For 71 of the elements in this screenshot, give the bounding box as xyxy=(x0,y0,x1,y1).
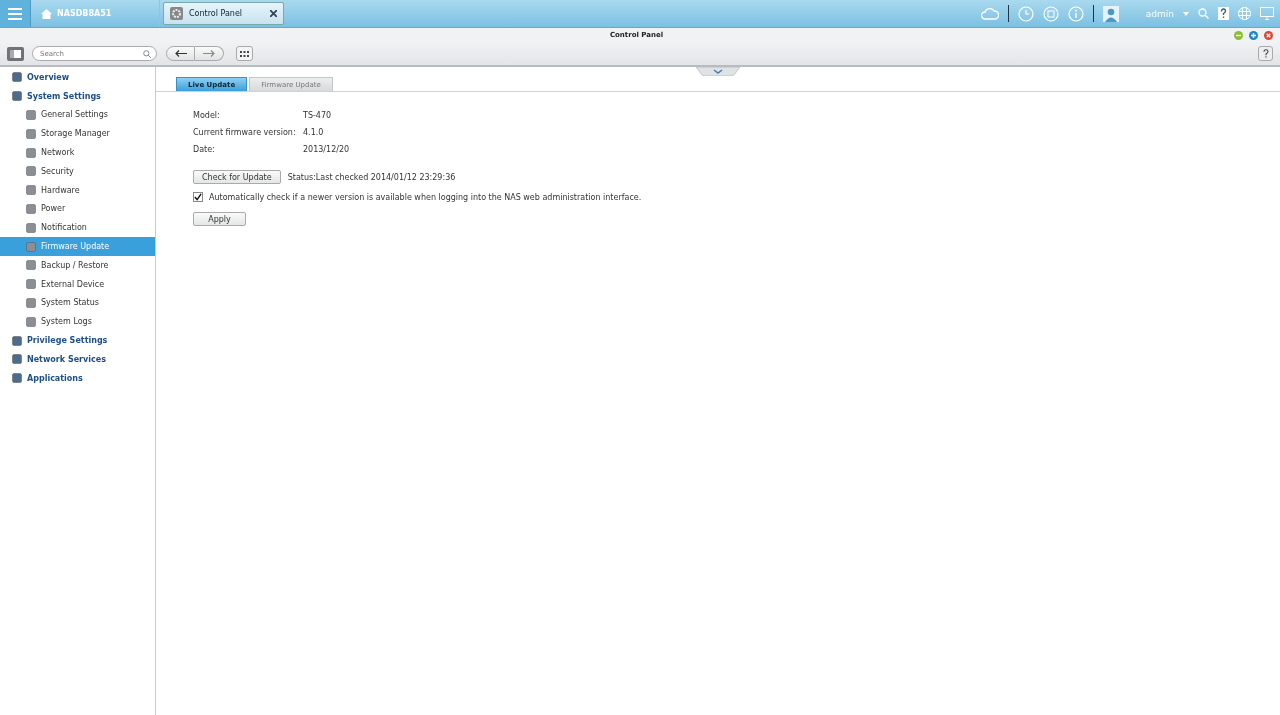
checkbox-label: Automatically check if a newer version is available when logging into the NAS web administration interface. xyxy=(209,192,642,202)
sidebar-item[interactable]: Power xyxy=(0,199,155,219)
search-icon[interactable] xyxy=(143,50,151,58)
apply-button[interactable]: Apply xyxy=(193,212,246,226)
sidebar-toggle-icon[interactable] xyxy=(7,46,24,61)
sidebar-item[interactable]: Network Services xyxy=(0,349,155,369)
sidebar-item[interactable]: Notification xyxy=(0,218,155,238)
checkbox[interactable] xyxy=(193,192,203,202)
close-icon[interactable] xyxy=(1264,30,1273,40)
square-icon xyxy=(12,91,22,102)
field-label: Current firmware version: xyxy=(193,127,297,138)
square-icon xyxy=(26,185,36,196)
dots-grid-icon xyxy=(240,50,249,57)
field-value: TS-470 xyxy=(303,110,333,121)
sidebar-item[interactable]: System Status xyxy=(0,293,155,313)
sidebar-item[interactable]: System Settings xyxy=(0,86,155,106)
sidebar-item[interactable]: Applications xyxy=(0,368,155,388)
menu-icon[interactable] xyxy=(8,7,22,20)
sidebar-item[interactable]: Hardware xyxy=(0,180,155,200)
app-tab[interactable]: Control Panel xyxy=(163,2,285,25)
help-icon[interactable] xyxy=(1218,7,1229,20)
close-icon[interactable] xyxy=(270,10,278,17)
square-icon xyxy=(26,203,36,214)
square-icon xyxy=(12,373,22,384)
maximize-icon[interactable] xyxy=(1249,30,1258,40)
square-icon xyxy=(26,147,36,158)
square-icon xyxy=(26,260,36,271)
field-value: 2013/12/20 xyxy=(303,144,351,155)
clock-icon[interactable] xyxy=(1017,5,1034,22)
back-button[interactable] xyxy=(166,46,195,61)
square-icon xyxy=(26,241,36,252)
square-icon xyxy=(12,72,22,83)
monitor-icon[interactable] xyxy=(1260,7,1274,20)
sidebar-item[interactable]: External Device xyxy=(0,274,155,294)
checkmark-icon xyxy=(194,193,202,201)
help-icon xyxy=(1262,49,1269,58)
field-value: 4.1.0 xyxy=(303,127,325,138)
apps-button[interactable] xyxy=(236,46,253,61)
sidebar-item[interactable]: Overview xyxy=(0,68,155,87)
sidebar-item[interactable]: Privilege Settings xyxy=(0,331,155,350)
sidebar-item[interactable]: Security xyxy=(0,162,155,181)
search-icon[interactable] xyxy=(1198,8,1209,19)
caret-icon[interactable] xyxy=(1183,11,1189,16)
user-avatar-icon[interactable] xyxy=(1102,5,1119,22)
collapse-handle-icon[interactable] xyxy=(696,67,740,76)
home-icon[interactable] xyxy=(41,8,52,19)
square-icon xyxy=(26,128,36,139)
grid-icon[interactable] xyxy=(1238,7,1251,20)
square-icon xyxy=(26,279,36,290)
field-label: Date: xyxy=(193,144,216,155)
field-label: Model: xyxy=(193,110,221,121)
square-icon xyxy=(12,354,22,365)
square-icon xyxy=(26,222,36,233)
sidebar-item[interactable]: Network xyxy=(0,143,155,162)
sidebar-item[interactable]: Backup / Restore xyxy=(0,255,155,275)
help-button[interactable] xyxy=(1258,46,1273,61)
info-icon[interactable] xyxy=(1067,5,1084,22)
square-icon xyxy=(26,166,36,177)
square-icon xyxy=(26,297,36,308)
sidebar-item[interactable]: System Logs xyxy=(0,312,155,332)
square-icon xyxy=(26,110,36,120)
sidebar-item[interactable]: General Settings xyxy=(0,105,155,125)
check-for-update-button[interactable]: Check for Update xyxy=(193,170,281,184)
square-icon xyxy=(12,335,22,346)
status-text: Status:Last checked 2014/01/12 23:29:36 xyxy=(287,172,456,182)
cloud-icon[interactable] xyxy=(980,7,999,20)
sidebar-item[interactable]: Storage Manager xyxy=(0,124,155,144)
minimize-icon[interactable] xyxy=(1234,30,1243,40)
square-icon xyxy=(26,316,36,327)
left-arrow-icon xyxy=(174,50,187,57)
right-arrow-icon xyxy=(203,50,215,57)
